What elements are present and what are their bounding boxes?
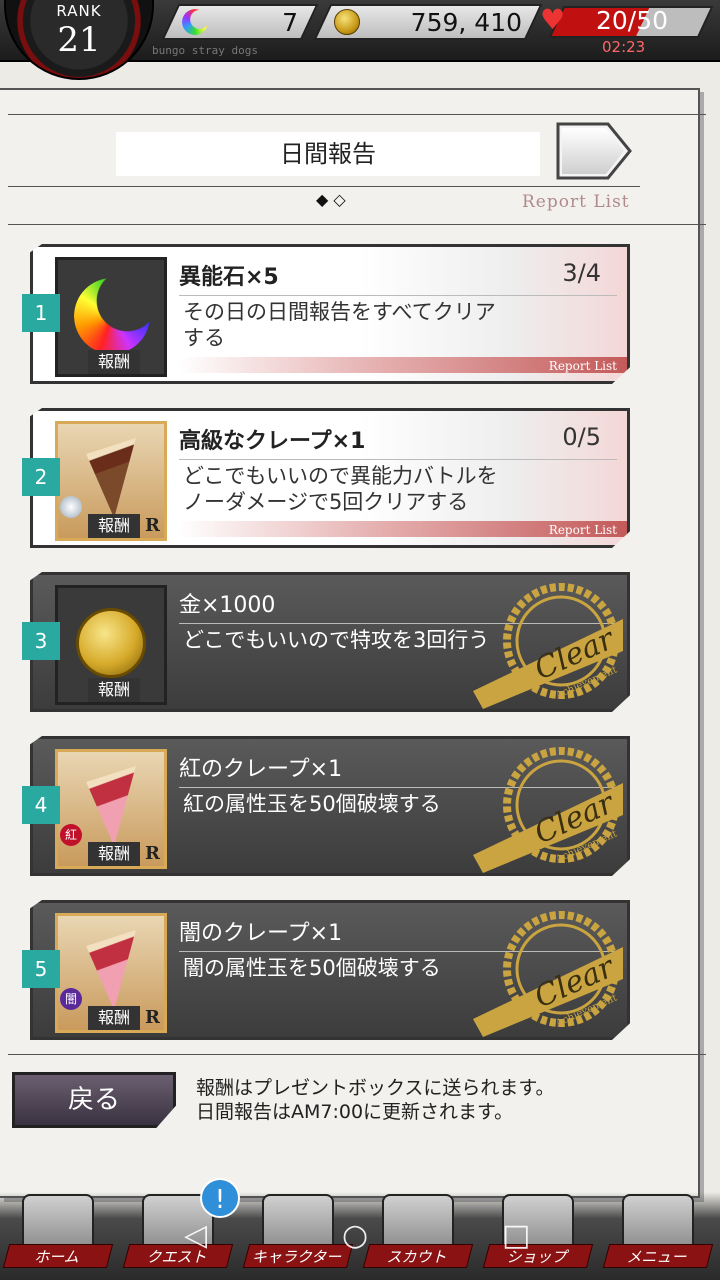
reward-tag: 報酬 bbox=[88, 514, 140, 538]
nav-label: キャラクター bbox=[242, 1244, 354, 1268]
task-progress: 0/5 bbox=[562, 423, 601, 451]
next-page-button[interactable] bbox=[556, 122, 632, 180]
system-home-icon[interactable]: ○ bbox=[342, 1218, 368, 1253]
rainbow-moon-icon bbox=[74, 278, 150, 354]
footer-note-line: 報酬はプレゼントボックスに送られます。 bbox=[196, 1077, 555, 1099]
task-number-badge: 5 bbox=[22, 950, 60, 988]
special-stone-icon bbox=[182, 9, 208, 35]
rank-value: 21 bbox=[57, 20, 101, 60]
nav-label: メニュー bbox=[602, 1244, 714, 1268]
system-back-icon[interactable]: ◁ bbox=[184, 1218, 207, 1253]
divider bbox=[8, 1054, 706, 1055]
task-card-3[interactable]: 報酬 金×1000 どこでもいいので特攻を3回行う Clear Achievem… bbox=[30, 572, 630, 712]
stamina-timer: 02:23 bbox=[602, 38, 646, 56]
reward-tag: 報酬 bbox=[88, 678, 140, 702]
task-reward-name: 異能石×5 bbox=[179, 265, 279, 290]
crepe-icon bbox=[86, 438, 136, 518]
task-card-1[interactable]: 報酬 異能石×5 3/4 その日の日間報告をすべてクリアする Report Li… bbox=[30, 244, 630, 384]
reward-icon-frame: 闇 報酬 R bbox=[55, 913, 167, 1033]
red-attribute-icon: 紅 bbox=[60, 824, 82, 846]
money-counter[interactable]: 759, 410 bbox=[313, 4, 543, 40]
divider bbox=[8, 224, 706, 225]
gem-icon bbox=[60, 496, 82, 518]
rarity-label: R bbox=[145, 515, 160, 536]
clear-stamp-icon: Clear Achievement bbox=[473, 911, 623, 1037]
special-stone-counter[interactable]: 7 bbox=[161, 4, 319, 40]
task-description: その日の日間報告をすべてクリアする bbox=[183, 300, 496, 350]
reward-icon-frame: 報酬 bbox=[55, 585, 167, 705]
status-bar: RANK 21 7 759, 410 ♥ 20/50 02:23 bungo s… bbox=[0, 0, 720, 80]
task-reward-name: 紅のクレープ×1 bbox=[179, 757, 343, 782]
page-indicator: ◆ ◇ bbox=[316, 190, 346, 209]
nav-scout[interactable]: スカウト bbox=[360, 1192, 476, 1280]
reward-icon-frame: 紅 報酬 R bbox=[55, 749, 167, 869]
page-title: 日間報告 bbox=[116, 132, 540, 176]
rarity-label: R bbox=[145, 843, 160, 864]
game-subtitle: bungo stray dogs bbox=[152, 44, 258, 57]
footer-note-line: 日間報告はAM7:00に更新されます。 bbox=[196, 1101, 514, 1123]
task-number-badge: 1 bbox=[22, 294, 60, 332]
task-reward-name: 闇のクレープ×1 bbox=[179, 921, 343, 946]
quest-alert-badge: ! bbox=[200, 1178, 240, 1218]
divider bbox=[179, 459, 617, 460]
task-description: どこでもいいので特攻を3回行う bbox=[183, 628, 490, 652]
task-card-4[interactable]: 紅 報酬 R 紅のクレープ×1 紅の属性玉を50個破壊する Clear Achi… bbox=[30, 736, 630, 876]
divider bbox=[179, 295, 617, 296]
task-number-badge: 2 bbox=[22, 458, 60, 496]
task-card-2[interactable]: 報酬 R 高級なクレープ×1 0/5 どこでもいいので異能力バトルをノーダメージ… bbox=[30, 408, 630, 548]
task-number-badge: 3 bbox=[22, 622, 60, 660]
nav-label: ホーム bbox=[2, 1244, 114, 1268]
system-recents-icon[interactable]: □ bbox=[502, 1218, 530, 1253]
reward-tag: 報酬 bbox=[88, 350, 140, 374]
report-list-link[interactable]: Report List bbox=[522, 192, 630, 212]
task-number-badge: 4 bbox=[22, 786, 60, 824]
crepe-icon bbox=[86, 930, 136, 1010]
task-description: 紅の属性玉を50個破壊する bbox=[183, 792, 441, 816]
clear-stamp-icon: Clear Achievement bbox=[473, 583, 623, 709]
reward-icon-frame: 報酬 bbox=[55, 257, 167, 377]
back-button[interactable]: 戻る bbox=[12, 1072, 176, 1128]
heart-icon: ♥ bbox=[540, 3, 566, 36]
dark-attribute-icon: 闇 bbox=[60, 988, 82, 1010]
reward-tag: 報酬 bbox=[88, 1006, 140, 1030]
nav-shop[interactable]: ショップ bbox=[480, 1192, 596, 1280]
divider bbox=[8, 114, 706, 115]
rank-label: RANK bbox=[56, 2, 102, 20]
task-description: どこでもいいので異能力バトルをノーダメージで5回クリアする bbox=[183, 464, 498, 514]
card-report-label: Report List bbox=[548, 523, 617, 537]
task-card-5[interactable]: 闇 報酬 R 闇のクレープ×1 闇の属性玉を50個破壊する Clear Achi… bbox=[30, 900, 630, 1040]
footer-note: 報酬はプレゼントボックスに送られます。 日間報告はAM7:00に更新されます。 bbox=[196, 1076, 555, 1124]
nav-menu[interactable]: メニュー bbox=[600, 1192, 716, 1280]
reward-tag: 報酬 bbox=[88, 842, 140, 866]
special-stone-count: 7 bbox=[282, 7, 298, 37]
gold-coin-icon bbox=[76, 608, 146, 678]
money-amount: 759, 410 bbox=[410, 7, 522, 37]
nav-character[interactable]: キャラクター bbox=[240, 1192, 356, 1280]
rarity-label: R bbox=[145, 1007, 160, 1028]
task-reward-name: 金×1000 bbox=[179, 593, 276, 618]
coin-icon bbox=[334, 9, 360, 35]
crepe-icon bbox=[86, 766, 136, 846]
task-reward-name: 高級なクレープ×1 bbox=[179, 429, 366, 454]
stamina-value: 20/50 bbox=[596, 6, 669, 35]
nav-label: ショップ bbox=[482, 1244, 594, 1268]
rank-badge[interactable]: RANK 21 bbox=[4, 0, 154, 80]
task-progress: 3/4 bbox=[562, 259, 601, 287]
divider bbox=[8, 186, 640, 187]
clear-stamp-icon: Clear Achievement bbox=[473, 747, 623, 873]
nav-label: スカウト bbox=[362, 1244, 474, 1268]
reward-icon-frame: 報酬 R bbox=[55, 421, 167, 541]
nav-home[interactable]: ホーム bbox=[0, 1192, 116, 1280]
card-report-label: Report List bbox=[548, 359, 617, 373]
nav-label: クエスト bbox=[122, 1244, 234, 1268]
task-description: 闇の属性玉を50個破壊する bbox=[183, 956, 441, 980]
